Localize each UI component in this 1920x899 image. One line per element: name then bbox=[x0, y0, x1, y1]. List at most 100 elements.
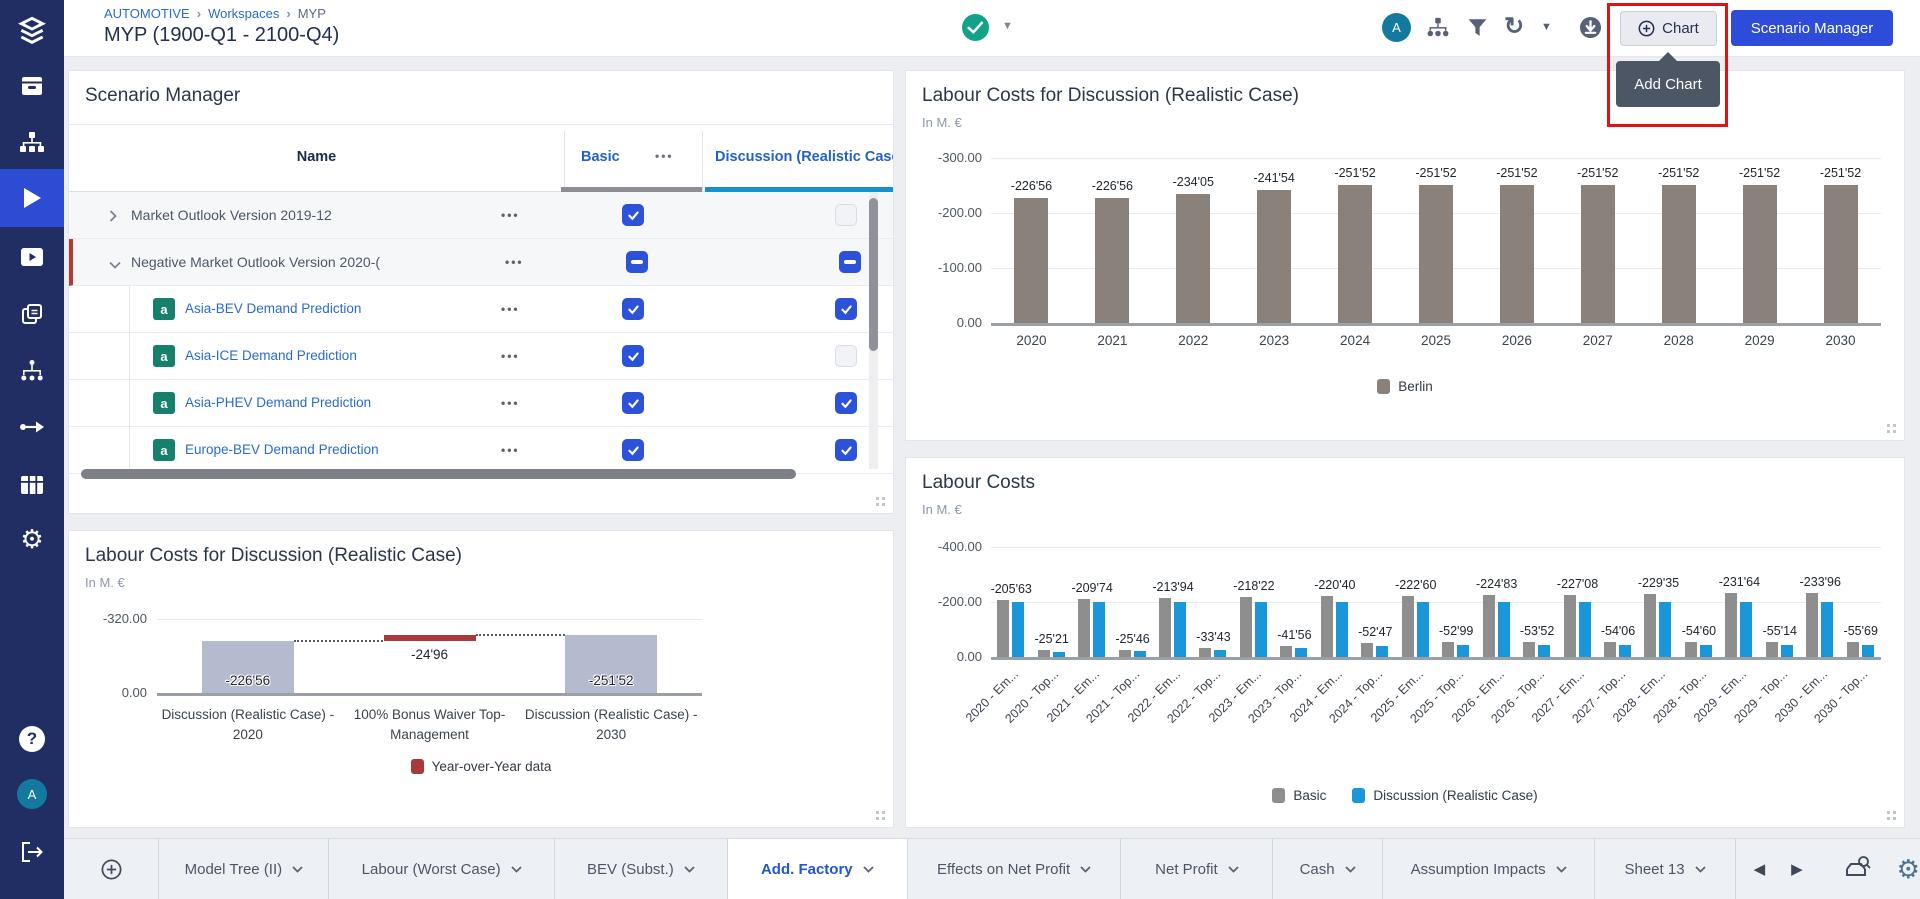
app-logo-icon[interactable] bbox=[0, 2, 64, 60]
data-bar-discussion[interactable] bbox=[1255, 602, 1267, 657]
data-bar-berlin[interactable] bbox=[1662, 185, 1696, 323]
data-bar-basic[interactable] bbox=[1280, 646, 1292, 657]
data-bar-berlin[interactable] bbox=[1743, 185, 1777, 323]
sheet-tab-sheet-13[interactable]: Sheet 13 bbox=[1594, 839, 1734, 899]
sidebar-item-network[interactable] bbox=[0, 342, 64, 400]
data-bar-berlin[interactable] bbox=[1500, 185, 1534, 323]
sidebar-item-archive[interactable] bbox=[0, 57, 64, 115]
refresh-icon[interactable]: ↻ bbox=[1504, 12, 1524, 41]
panel-resize-handle[interactable] bbox=[876, 811, 879, 814]
data-bar-berlin[interactable] bbox=[1176, 194, 1210, 323]
refresh-dropdown-caret-icon[interactable]: ▼ bbox=[1541, 21, 1552, 33]
discussion-checkbox-checked[interactable] bbox=[835, 439, 857, 461]
row-menu-dots[interactable]: ••• bbox=[505, 255, 524, 269]
data-bar-discussion[interactable] bbox=[1376, 646, 1388, 657]
sheet-tab-bev-subst-[interactable]: BEV (Subst.) bbox=[554, 839, 727, 899]
data-bar-basic[interactable] bbox=[1685, 642, 1697, 657]
sheet-tab-effects-on-net-profit[interactable]: Effects on Net Profit bbox=[907, 839, 1121, 899]
sidebar-item-presentation[interactable] bbox=[0, 228, 64, 286]
data-bar-basic[interactable] bbox=[1806, 593, 1818, 657]
data-bar-basic[interactable] bbox=[1604, 642, 1616, 657]
data-bar-discussion[interactable] bbox=[1093, 602, 1105, 657]
table-row[interactable]: Negative Market Outlook Version 2020-(••… bbox=[69, 239, 893, 286]
discussion-checkbox-unchecked[interactable] bbox=[835, 204, 857, 226]
data-bar-discussion[interactable] bbox=[1417, 602, 1429, 657]
data-bar-discussion[interactable] bbox=[1781, 645, 1793, 657]
breadcrumb-link-automotive[interactable]: AUTOMOTIVE bbox=[104, 6, 190, 21]
data-bar-basic[interactable] bbox=[1483, 595, 1495, 657]
data-bar-berlin[interactable] bbox=[1095, 198, 1129, 323]
assumption-link[interactable]: Asia-PHEV Demand Prediction bbox=[185, 395, 371, 410]
data-bar-basic[interactable] bbox=[1402, 596, 1414, 657]
breadcrumb-link-workspaces[interactable]: Workspaces bbox=[208, 6, 279, 21]
legend-item-berlin[interactable]: Berlin bbox=[1377, 379, 1433, 394]
scroll-tabs-left-icon[interactable]: ◀ bbox=[1754, 860, 1766, 878]
scenario-manager-button[interactable]: Scenario Manager bbox=[1731, 10, 1893, 46]
row-menu-dots[interactable]: ••• bbox=[501, 349, 520, 363]
chevron-down-icon[interactable] bbox=[109, 256, 121, 274]
data-bar-discussion[interactable] bbox=[1053, 652, 1065, 657]
sidebar-item-flows[interactable] bbox=[0, 398, 64, 456]
horizontal-scrollbar-thumb[interactable] bbox=[81, 469, 796, 479]
data-bar-basic[interactable] bbox=[997, 600, 1009, 657]
add-sheet-button[interactable] bbox=[64, 839, 158, 899]
table-row[interactable]: aEurope-BEV Demand Prediction••• bbox=[69, 427, 893, 474]
assumption-link[interactable]: Europe-BEV Demand Prediction bbox=[185, 442, 379, 457]
table-row[interactable]: aAsia-PHEV Demand Prediction••• bbox=[69, 380, 893, 427]
filter-icon[interactable] bbox=[1468, 18, 1487, 42]
row-menu-dots[interactable]: ••• bbox=[501, 396, 520, 410]
scenario-status-button[interactable] bbox=[962, 14, 989, 41]
chevron-right-icon[interactable] bbox=[109, 209, 117, 227]
data-bar-discussion[interactable] bbox=[1214, 650, 1226, 657]
sheet-tab-cash[interactable]: Cash bbox=[1272, 839, 1381, 899]
sidebar-item-sitemap[interactable] bbox=[0, 114, 64, 172]
sheet-tab-labour-worst-case-[interactable]: Labour (Worst Case) bbox=[328, 839, 554, 899]
basic-checkbox-checked[interactable] bbox=[622, 345, 644, 367]
discussion-checkbox-indeterminate[interactable] bbox=[839, 251, 861, 273]
data-bar-discussion[interactable] bbox=[1134, 651, 1146, 657]
data-bar-berlin[interactable] bbox=[1014, 198, 1048, 323]
sheet-tab-model-tree-ii-[interactable]: Model Tree (II) bbox=[158, 839, 328, 899]
data-bar-discussion[interactable] bbox=[1457, 645, 1469, 657]
data-bar-discussion[interactable] bbox=[1012, 602, 1024, 657]
data-bar-berlin[interactable] bbox=[1581, 185, 1615, 323]
sidebar-item-tables[interactable] bbox=[0, 456, 64, 514]
sheet-settings-gear-icon[interactable]: ⚙ bbox=[1897, 854, 1920, 885]
data-bar-discussion[interactable] bbox=[1538, 645, 1550, 657]
table-row[interactable]: Market Outlook Version 2019-12••• bbox=[69, 192, 893, 239]
data-bar-berlin[interactable] bbox=[1338, 185, 1372, 323]
data-bar-discussion[interactable] bbox=[1498, 602, 1510, 657]
model-sitemap-icon[interactable] bbox=[1426, 17, 1450, 44]
sidebar-item-help[interactable]: ? bbox=[0, 710, 64, 768]
basic-checkbox-checked[interactable] bbox=[622, 392, 644, 414]
data-bar-basic[interactable] bbox=[1564, 595, 1576, 657]
row-menu-dots[interactable]: ••• bbox=[501, 443, 520, 457]
row-menu-dots[interactable]: ••• bbox=[501, 208, 520, 222]
data-bar-discussion[interactable] bbox=[1174, 602, 1186, 657]
data-bar-discussion[interactable] bbox=[1700, 645, 1712, 657]
data-bar-discussion[interactable] bbox=[1740, 602, 1752, 657]
assumption-link[interactable]: Asia-BEV Demand Prediction bbox=[185, 301, 361, 316]
add-chart-button[interactable]: Chart bbox=[1620, 11, 1717, 46]
data-bar-berlin[interactable] bbox=[1824, 185, 1858, 323]
header-avatar[interactable]: A bbox=[1382, 13, 1411, 42]
discussion-checkbox-checked[interactable] bbox=[835, 298, 857, 320]
vertical-scrollbar-thumb[interactable] bbox=[869, 198, 878, 351]
sidebar-avatar[interactable]: A bbox=[0, 765, 64, 823]
basic-checkbox-checked[interactable] bbox=[622, 204, 644, 226]
sheet-tab-net-profit[interactable]: Net Profit bbox=[1120, 839, 1272, 899]
table-row[interactable]: aAsia-ICE Demand Prediction••• bbox=[69, 333, 893, 380]
legend-item[interactable]: Basic bbox=[1272, 788, 1326, 803]
sidebar-item-simulation-active[interactable] bbox=[0, 169, 64, 227]
data-bar-basic[interactable] bbox=[1321, 596, 1333, 657]
basic-checkbox-checked[interactable] bbox=[622, 298, 644, 320]
sidebar-item-logout[interactable] bbox=[0, 823, 64, 881]
data-bar-basic[interactable] bbox=[1847, 642, 1859, 657]
data-bar-basic[interactable] bbox=[1766, 642, 1778, 657]
data-bar-discussion[interactable] bbox=[1579, 602, 1591, 657]
data-bar-berlin[interactable] bbox=[1419, 185, 1453, 323]
scroll-tabs-right-icon[interactable]: ▶ bbox=[1791, 860, 1803, 878]
data-bar-basic[interactable] bbox=[1361, 643, 1373, 657]
sidebar-item-copies[interactable] bbox=[0, 285, 64, 343]
data-bar-discussion[interactable] bbox=[1862, 645, 1874, 657]
